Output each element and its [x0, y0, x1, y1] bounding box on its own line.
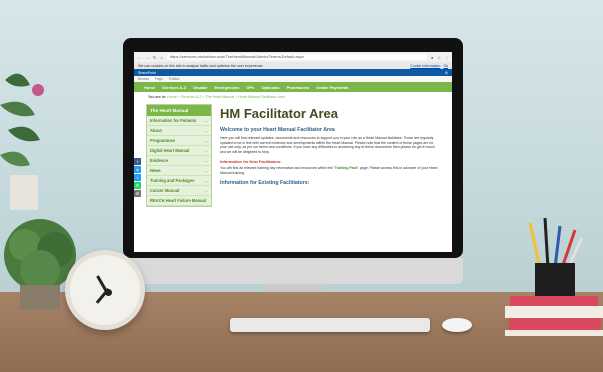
- sidebar-item-reach[interactable]: REACH Heart Failure Manual: [147, 196, 211, 206]
- sidebar: The Heart Manual Information for Patient…: [146, 104, 212, 207]
- book-stack: [505, 296, 603, 336]
- potted-plant-left: [0, 73, 44, 210]
- breadcrumb: You are in: Home > Services A-Z > The He…: [134, 92, 452, 102]
- sidebar-item-programmes[interactable]: Programmes ⌄: [147, 136, 211, 146]
- existing-facilitators-heading: Information for Existing Facilitators:: [220, 179, 310, 186]
- ribbon-page[interactable]: Page: [155, 77, 163, 81]
- sharepoint-bar: SharePoint ⚙: [134, 69, 452, 76]
- forward-icon[interactable]: →: [145, 55, 149, 60]
- page-title: HM Facilitator Area: [220, 106, 338, 121]
- cookie-banner: We use cookies on this site to analyse t…: [134, 62, 452, 69]
- browser-toolbar: ← → ↻ ⌂ https://services.nhslothian.scot…: [134, 52, 452, 62]
- nav-online-payments[interactable]: Online Payments: [316, 85, 348, 90]
- messenger-icon[interactable]: ●: [134, 166, 141, 173]
- cookie-text: We use cookies on this site to analyse t…: [138, 63, 264, 68]
- nav-disable[interactable]: Disable: [193, 85, 207, 90]
- menu-icon[interactable]: ⋮: [445, 55, 449, 60]
- reload-icon[interactable]: ↻: [153, 55, 156, 60]
- breadcrumb-path[interactable]: Home > Services A-Z > The Heart Manual >…: [167, 95, 284, 99]
- home-icon[interactable]: ⌂: [160, 55, 162, 60]
- sharepoint-brand: SharePoint: [138, 70, 156, 75]
- monitor-chin: [123, 258, 463, 284]
- settings-icon[interactable]: ⚙: [445, 71, 448, 75]
- sidebar-item-cancer[interactable]: Cancer Manual ⌄: [147, 186, 211, 196]
- whatsapp-icon[interactable]: ✆: [134, 182, 141, 189]
- welcome-heading: Welcome to your Heart Manual Facilitator…: [220, 127, 335, 133]
- email-icon[interactable]: ✉: [134, 190, 141, 197]
- mouse: [442, 318, 472, 332]
- nav-emergencies[interactable]: Emergencies: [214, 85, 239, 90]
- sidebar-item-patients[interactable]: Information for Patients ⌄: [147, 116, 211, 126]
- chevron-down-icon: ⌄: [204, 128, 208, 133]
- chevron-down-icon: ⌄: [204, 138, 208, 143]
- ribbon-publish[interactable]: Publish: [169, 77, 180, 81]
- sidebar-item-label: Training and Packages: [150, 178, 195, 183]
- nav-opticians[interactable]: Opticians: [261, 85, 279, 90]
- main-nav: Home Services A-Z Disable Emergencies GP…: [134, 82, 452, 92]
- sidebar-item-digital[interactable]: Digital Heart Manual ⌄: [147, 146, 211, 156]
- sidebar-item-label: News: [150, 168, 161, 173]
- address-bar[interactable]: https://services.nhslothian.scot/TheHear…: [166, 54, 427, 60]
- extension-icon[interactable]: ●: [431, 55, 433, 60]
- training-pack-link[interactable]: Training Pack: [335, 166, 358, 170]
- nav-home[interactable]: Home: [144, 85, 155, 90]
- sidebar-item-label: Cancer Manual: [150, 188, 180, 193]
- new-facilitators-heading: Information for New Facilitators:: [220, 159, 282, 165]
- pencil-cup: [528, 218, 584, 298]
- new-text-prefix: You will find all relevant training day …: [220, 166, 333, 171]
- sidebar-item-label: Evidence: [150, 158, 168, 163]
- sidebar-item-label: Programmes: [150, 138, 176, 143]
- back-icon[interactable]: ←: [137, 55, 141, 60]
- chevron-down-icon: ⌄: [204, 188, 208, 193]
- sidebar-item-label: Digital Heart Manual: [150, 148, 190, 153]
- chevron-down-icon: ⌄: [204, 158, 208, 163]
- new-facilitators-text: You will find all relevant training day …: [220, 166, 438, 175]
- desk-clock: [65, 250, 145, 330]
- chevron-down-icon: ⌄: [204, 118, 208, 123]
- sidebar-item-news[interactable]: News ⌄: [147, 166, 211, 176]
- facebook-icon[interactable]: f: [134, 158, 141, 165]
- nav-pharmacies[interactable]: Pharmacies: [287, 85, 309, 90]
- bookmark-icon[interactable]: ☆: [437, 55, 441, 60]
- sidebar-item-label: About: [150, 128, 162, 133]
- chevron-down-icon: ⌄: [204, 168, 208, 173]
- sidebar-item-label: REACH Heart Failure Manual: [150, 198, 206, 203]
- main-content: HM Facilitator Area Welcome to your Hear…: [220, 104, 440, 207]
- social-share-bar: f ● t ✆ ✉: [134, 158, 141, 198]
- chevron-down-icon: ⌄: [204, 148, 208, 153]
- cookie-ok-button[interactable]: Ok: [443, 64, 448, 68]
- ribbon-browse[interactable]: Browse: [138, 77, 149, 81]
- keyboard: [230, 318, 430, 332]
- screen: ← → ↻ ⌂ https://services.nhslothian.scot…: [134, 52, 452, 252]
- nav-services[interactable]: Services A-Z: [162, 85, 186, 90]
- twitter-icon[interactable]: t: [134, 174, 141, 181]
- cookie-info-link[interactable]: Cookie Information: [410, 64, 440, 68]
- sidebar-item-training[interactable]: Training and Packages ⌄: [147, 176, 211, 186]
- sidebar-title[interactable]: The Heart Manual: [147, 105, 211, 116]
- intro-text: Here you will find relevant updates, doc…: [220, 136, 435, 154]
- chevron-down-icon: ⌄: [204, 178, 208, 183]
- nav-gps[interactable]: GPs: [246, 85, 254, 90]
- sidebar-item-label: Information for Patients: [150, 118, 197, 123]
- clock-center: [105, 289, 112, 296]
- sidebar-item-about[interactable]: About ⌄: [147, 126, 211, 136]
- breadcrumb-prefix: You are in:: [148, 95, 167, 99]
- sidebar-item-evidence[interactable]: Evidence ⌄: [147, 156, 211, 166]
